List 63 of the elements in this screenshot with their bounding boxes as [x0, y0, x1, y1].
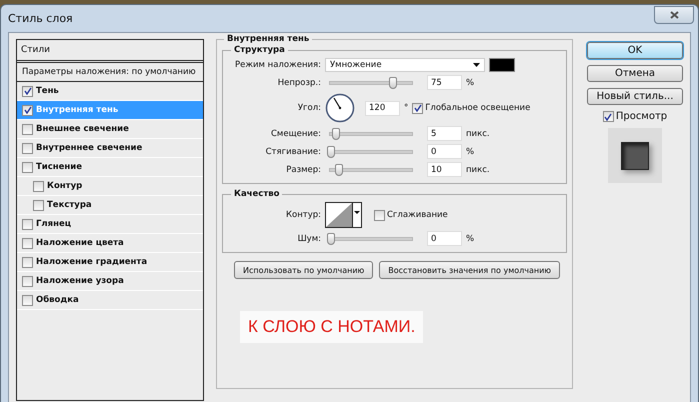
cancel-button[interactable]: Отмена	[587, 65, 683, 82]
field-label: Смещение:	[270, 128, 321, 138]
checkbox[interactable]	[412, 102, 424, 114]
checkbox[interactable]	[33, 200, 44, 210]
unit-label: пикс.	[466, 128, 490, 138]
contour-picker[interactable]	[325, 202, 362, 228]
field-label: Контур:	[284, 210, 321, 220]
checkbox[interactable]	[33, 180, 44, 192]
input-field[interactable]: 0	[427, 231, 462, 246]
section-title: Внутренняя тень	[224, 34, 312, 44]
default-button[interactable]: Восстановить значения по умолчанию	[379, 261, 560, 279]
new-style-button[interactable]: Новый стиль...	[587, 88, 683, 105]
checkbox-label: Сглаживание	[387, 210, 448, 220]
caption-text: К СЛОЮ С НОТАМИ.	[240, 311, 424, 343]
group-title: Качество	[231, 189, 282, 199]
group-title: Структура	[231, 45, 288, 55]
input-field[interactable]: 75	[427, 75, 462, 90]
checkbox[interactable]	[374, 210, 385, 220]
slider-thumb[interactable]	[327, 146, 335, 158]
checkbox[interactable]	[22, 86, 33, 96]
blend-mode-dropdown[interactable]: Умножение	[325, 58, 485, 72]
contour-curve-icon	[326, 203, 352, 227]
field-label: Непрозр.:	[276, 78, 321, 88]
color-swatch[interactable]	[489, 58, 515, 72]
close-button[interactable]	[654, 6, 694, 24]
checkbox-label: Просмотр	[616, 111, 668, 122]
checkbox[interactable]	[602, 111, 614, 122]
field-label: Угол:	[296, 103, 321, 113]
checkbox[interactable]	[22, 162, 33, 172]
field-label: Размер:	[285, 164, 321, 174]
caret-icon	[473, 63, 480, 67]
unit-label: °	[404, 103, 408, 113]
field-label: Стягивание:	[264, 146, 321, 156]
input-field[interactable]: 5	[427, 126, 462, 141]
caret-icon	[352, 203, 361, 227]
angle-dial[interactable]	[325, 93, 355, 123]
style-preview	[608, 128, 662, 183]
unit-label: пикс.	[466, 164, 490, 174]
unit-label: %	[466, 146, 474, 156]
unit-label: %	[466, 78, 474, 88]
field-label: Режим наложения:	[234, 60, 321, 70]
checkbox[interactable]	[22, 104, 33, 116]
input-field[interactable]: 0	[427, 144, 462, 159]
default-button[interactable]: Использовать по умолчанию	[234, 261, 374, 279]
checkbox[interactable]	[22, 256, 33, 268]
checkbox[interactable]	[22, 124, 33, 134]
ok-button[interactable]: OK	[587, 42, 683, 59]
field-label: Шум:	[296, 234, 321, 244]
checkbox-label: Глобальное освещение	[425, 103, 530, 113]
slider-thumb[interactable]	[332, 128, 340, 140]
window-title: Стиль слоя	[8, 12, 73, 25]
checkbox[interactable]	[22, 294, 33, 306]
close-icon	[670, 10, 678, 18]
slider-thumb[interactable]	[335, 164, 344, 176]
checkbox[interactable]	[22, 238, 33, 248]
checkbox[interactable]	[22, 276, 33, 286]
slider-thumb[interactable]	[327, 232, 335, 244]
checkbox[interactable]	[22, 142, 33, 154]
checkbox[interactable]	[22, 218, 33, 230]
slider-thumb[interactable]	[388, 76, 396, 88]
input-field[interactable]: 120	[365, 100, 400, 116]
unit-label: %	[466, 234, 474, 244]
input-field[interactable]: 10	[427, 162, 462, 177]
